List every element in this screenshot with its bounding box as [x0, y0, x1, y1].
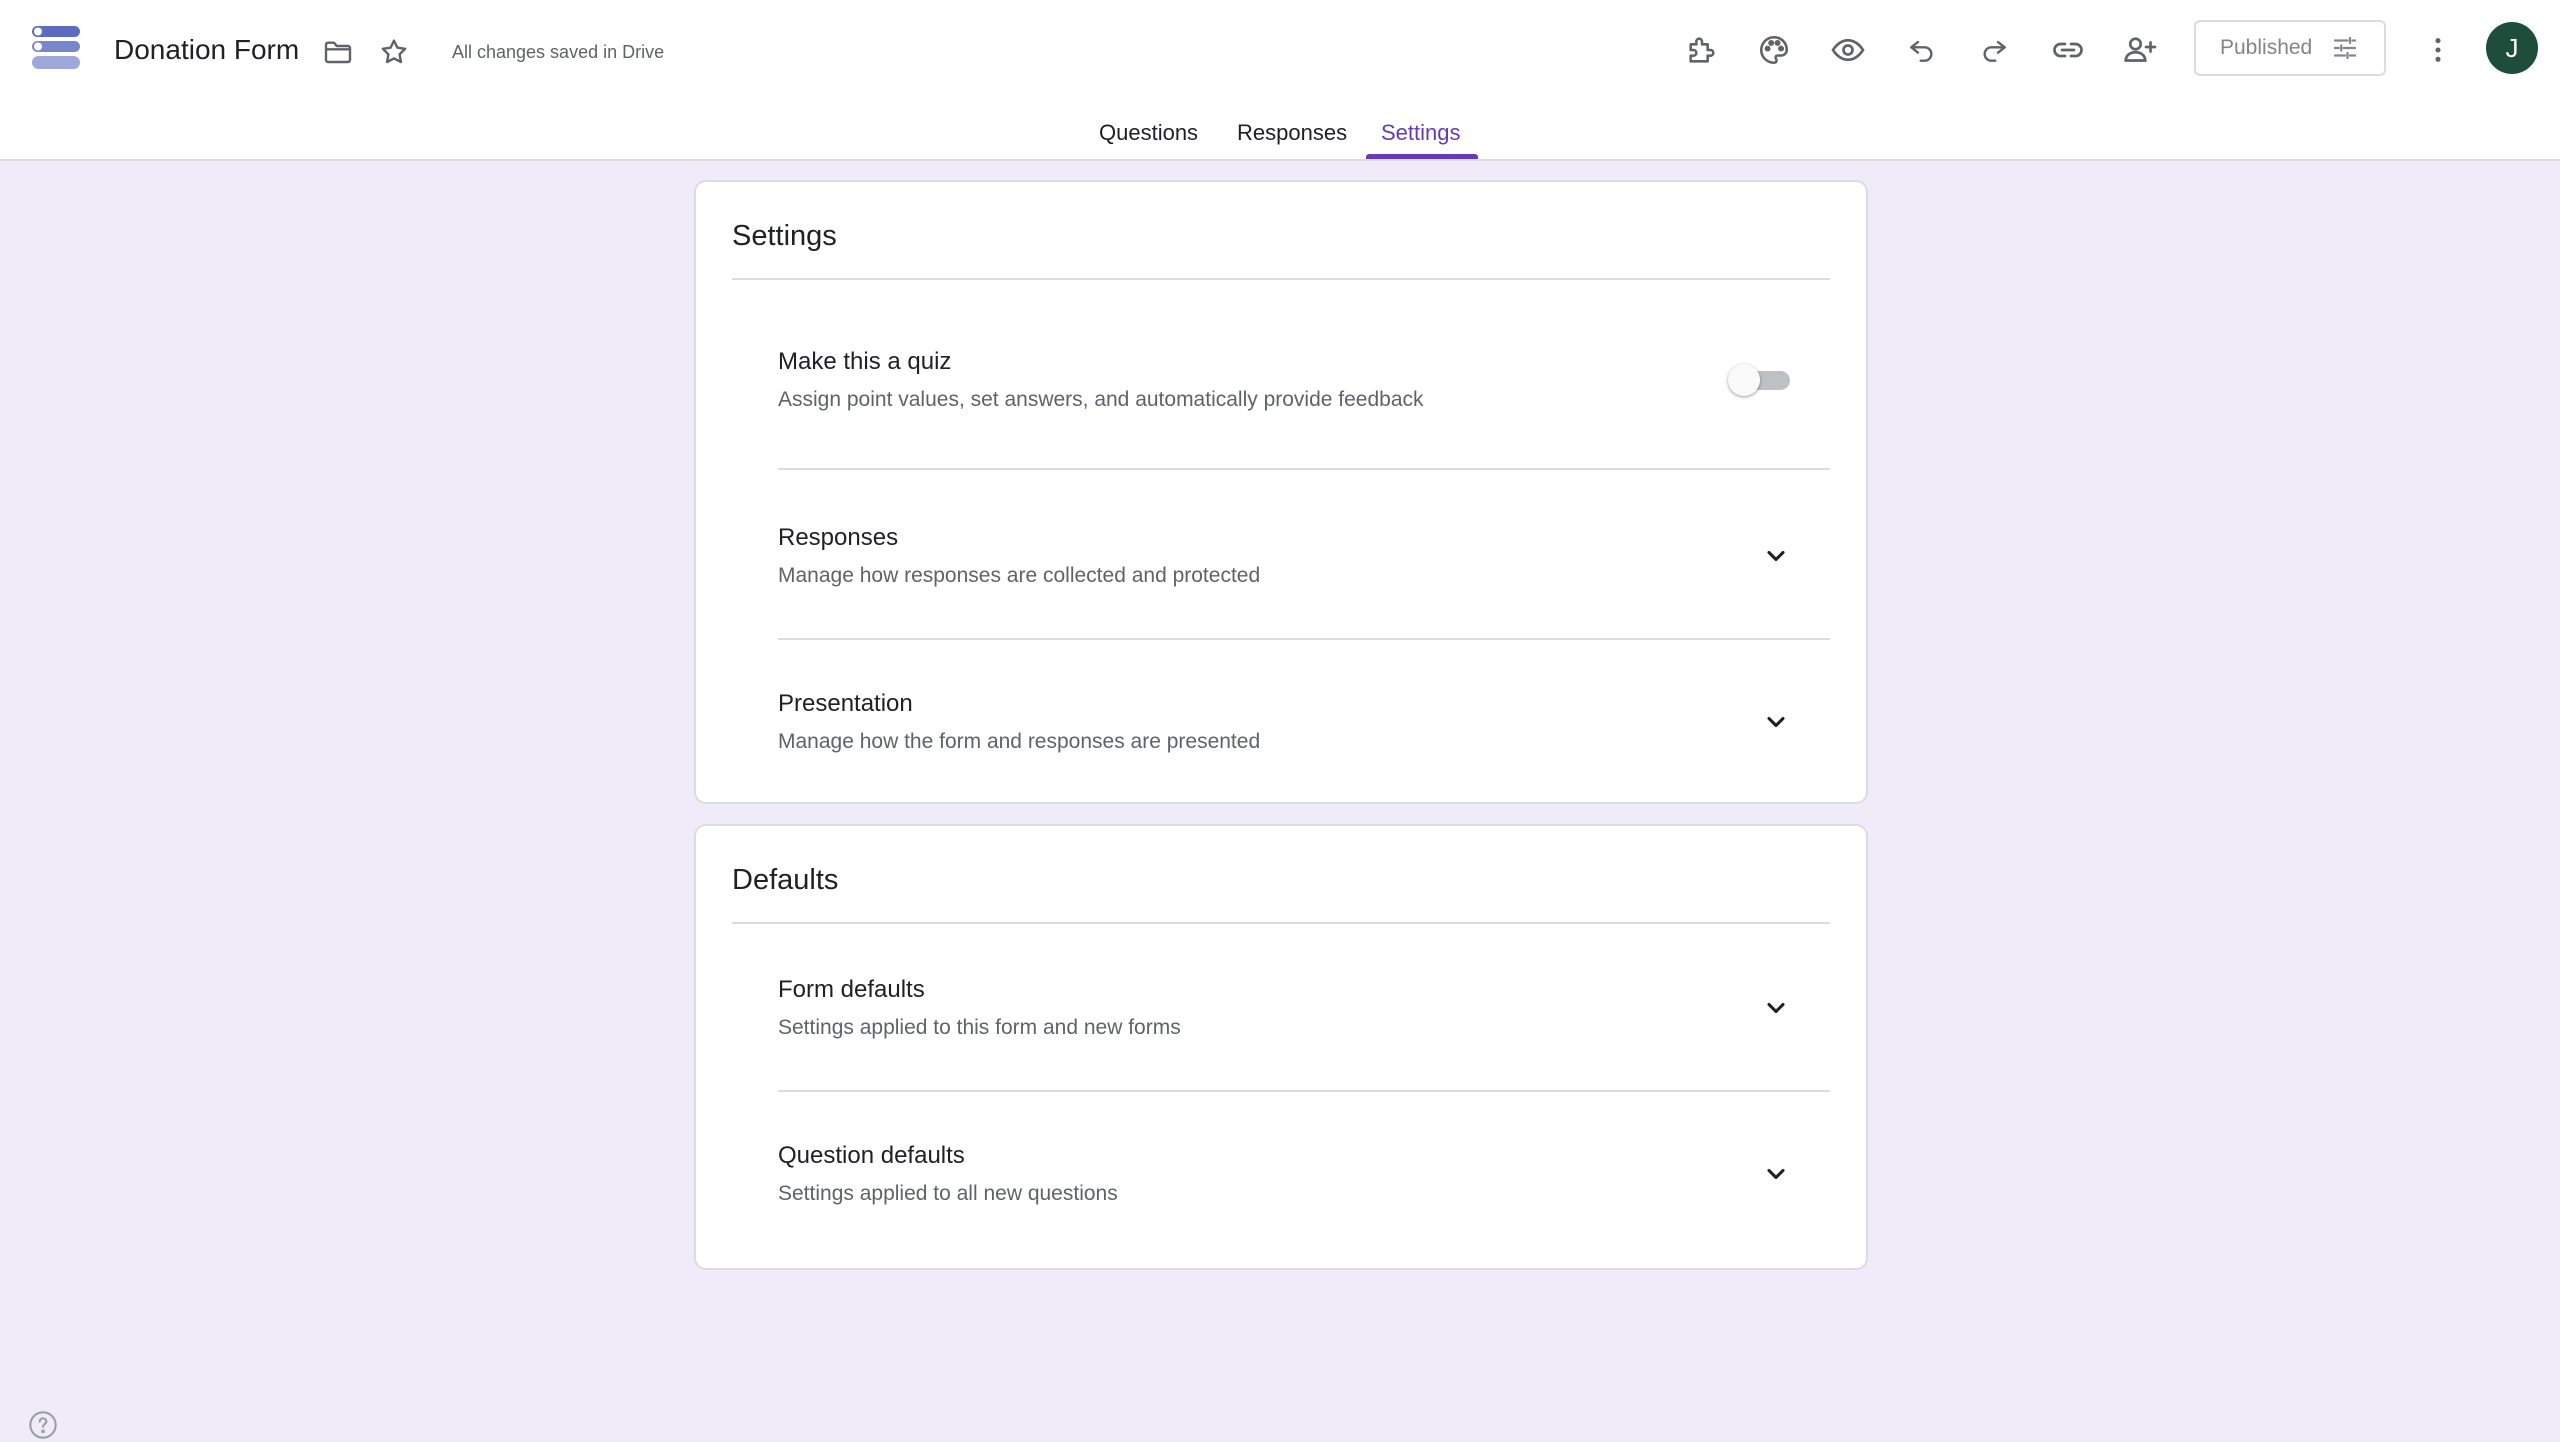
- defaults-card-title: Defaults: [732, 864, 839, 896]
- defaults-card: Defaults Form defaults Settings applied …: [694, 824, 1868, 1270]
- responses-setting-title: Responses: [778, 524, 899, 551]
- app-header: Donation Form All changes saved in Drive: [0, 0, 2560, 161]
- tab-bar: Questions Responses Settings: [0, 104, 2560, 161]
- settings-card-title: Settings: [732, 220, 837, 252]
- account-avatar[interactable]: J: [2486, 22, 2538, 74]
- row-divider: [778, 1090, 1830, 1092]
- settings-card: Settings Make this a quiz Assign point v…: [694, 180, 1868, 804]
- redo-icon[interactable]: [1970, 26, 2018, 74]
- card-divider: [732, 922, 1830, 924]
- presentation-setting-description: Manage how the form and responses are pr…: [778, 730, 1261, 753]
- tab-responses[interactable]: Responses: [1237, 120, 1347, 146]
- chevron-down-icon[interactable]: [1754, 986, 1798, 1030]
- add-person-icon[interactable]: [2116, 26, 2164, 74]
- published-button[interactable]: Published: [2194, 20, 2386, 76]
- question-defaults-title: Question defaults: [778, 1142, 965, 1169]
- card-divider: [732, 278, 1830, 280]
- palette-icon[interactable]: [1750, 26, 1798, 74]
- tab-questions[interactable]: Questions: [1099, 120, 1198, 146]
- undo-icon[interactable]: [1898, 26, 1946, 74]
- forms-logo-icon[interactable]: [28, 22, 84, 78]
- link-icon[interactable]: [2044, 26, 2092, 74]
- eye-icon[interactable]: [1824, 26, 1872, 74]
- document-title[interactable]: Donation Form: [114, 34, 299, 66]
- published-label: Published: [2220, 36, 2313, 59]
- question-defaults-description: Settings applied to all new questions: [778, 1182, 1118, 1205]
- more-vert-icon[interactable]: [2414, 26, 2462, 74]
- form-defaults-title: Form defaults: [778, 976, 925, 1003]
- save-status: All changes saved in Drive: [452, 42, 665, 62]
- chevron-down-icon[interactable]: [1754, 534, 1798, 578]
- quiz-toggle-thumb: [1728, 364, 1760, 396]
- chevron-down-icon[interactable]: [1754, 1152, 1798, 1196]
- tab-settings[interactable]: Settings: [1381, 120, 1461, 146]
- folder-icon[interactable]: [318, 32, 358, 72]
- quiz-setting-description: Assign point values, set answers, and au…: [778, 388, 1424, 411]
- active-tab-indicator: [1366, 154, 1478, 159]
- help-icon[interactable]: [26, 1408, 60, 1442]
- row-divider: [778, 638, 1830, 640]
- quiz-toggle[interactable]: [1728, 362, 1792, 398]
- puzzle-icon[interactable]: [1678, 26, 1726, 74]
- row-divider: [778, 468, 1830, 470]
- sliders-icon: [2330, 33, 2360, 63]
- chevron-down-icon[interactable]: [1754, 700, 1798, 744]
- top-bar: Donation Form All changes saved in Drive: [0, 0, 2560, 104]
- responses-setting-description: Manage how responses are collected and p…: [778, 564, 1261, 587]
- presentation-setting-title: Presentation: [778, 690, 913, 717]
- star-icon[interactable]: [374, 32, 414, 72]
- form-defaults-description: Settings applied to this form and new fo…: [778, 1016, 1181, 1039]
- quiz-setting-title: Make this a quiz: [778, 348, 952, 375]
